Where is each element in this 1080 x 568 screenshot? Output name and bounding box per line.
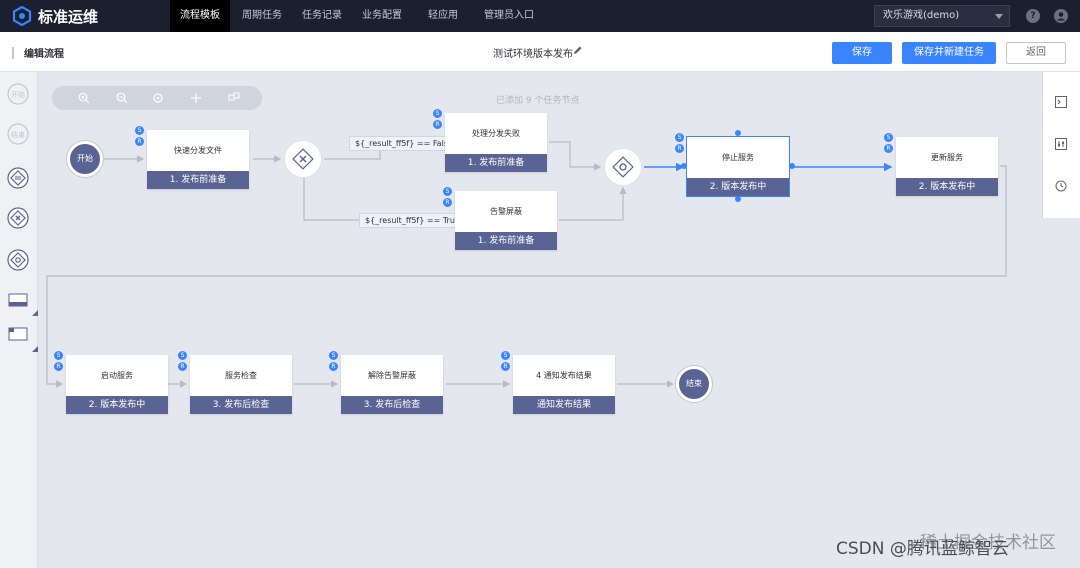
- task-name: 告警屏蔽: [490, 207, 522, 216]
- anchor-point: [735, 130, 741, 136]
- task-stage: 1. 发布前准备: [455, 232, 557, 250]
- exclusive-gateway[interactable]: [284, 140, 322, 178]
- task-name: 服务检查: [225, 371, 257, 380]
- task-badges: SR: [884, 133, 894, 155]
- branch-condition-true[interactable]: ${_result_ff5f} == True: [359, 213, 466, 228]
- task-node[interactable]: 快速分发文件 1. 发布前准备: [147, 130, 249, 189]
- task-name: 启动服务: [101, 371, 133, 380]
- task-badges: SR: [135, 126, 145, 148]
- task-badges: SR: [443, 187, 453, 209]
- end-event[interactable]: 结束: [676, 366, 712, 402]
- converge-gateway[interactable]: [604, 148, 642, 186]
- task-node[interactable]: 告警屏蔽 1. 发布前准备: [455, 191, 557, 250]
- retry-icon: R: [501, 362, 510, 371]
- retry-icon: R: [443, 198, 452, 207]
- task-node[interactable]: 解除告警屏蔽 3. 发布后检查: [341, 355, 443, 414]
- anchor-point: [735, 196, 741, 202]
- retry-icon: R: [135, 137, 144, 146]
- skip-icon: S: [675, 133, 684, 142]
- task-name: 4 通知发布结果: [536, 371, 592, 380]
- skip-icon: S: [135, 126, 144, 135]
- skip-icon: S: [884, 133, 893, 142]
- task-badges: SR: [329, 351, 339, 373]
- task-stage: 1. 发布前准备: [445, 154, 547, 172]
- retry-icon: R: [884, 144, 893, 153]
- skip-icon: S: [329, 351, 338, 360]
- task-node[interactable]: 4 通知发布结果 通知发布结果: [513, 355, 615, 414]
- task-badges: SR: [675, 133, 685, 155]
- retry-icon: R: [329, 362, 338, 371]
- edge-t2-gw2: [549, 141, 602, 171]
- task-node[interactable]: 处理分发失败 1. 发布前准备: [445, 113, 547, 172]
- task-badges: SR: [54, 351, 64, 373]
- task-stage: 1. 发布前准备: [147, 171, 249, 189]
- flow-connectors: [46, 130, 1007, 388]
- task-badges: SR: [501, 351, 511, 373]
- task-node[interactable]: 更新服务 2. 版本发布中: [896, 137, 998, 196]
- converge-gateway-icon: [612, 156, 634, 178]
- anchor-point: [789, 163, 795, 169]
- skip-icon: S: [178, 351, 187, 360]
- task-node-selected[interactable]: 停止服务 2. 版本发布中: [687, 137, 789, 196]
- start-event[interactable]: 开始: [67, 141, 103, 177]
- task-stage: 2. 版本发布中: [687, 178, 789, 196]
- retry-icon: R: [433, 120, 442, 129]
- task-name: 快速分发文件: [174, 146, 222, 155]
- exclusive-gateway-icon: [292, 148, 314, 170]
- task-stage: 3. 发布后检查: [341, 396, 443, 414]
- skip-icon: S: [54, 351, 63, 360]
- branch-condition-false[interactable]: ${_result_ff5f} == False: [349, 136, 459, 151]
- task-name: 解除告警屏蔽: [368, 371, 416, 380]
- edge-t3-gw2: [559, 186, 627, 221]
- task-stage: 2. 版本发布中: [896, 178, 998, 196]
- watermark-tencent-text: 腾讯蓝鲸智云: [906, 539, 1009, 559]
- skip-icon: S: [443, 187, 452, 196]
- task-badges: SR: [433, 109, 443, 131]
- task-stage: 3. 发布后检查: [190, 396, 292, 414]
- task-stage: 通知发布结果: [513, 396, 615, 414]
- retry-icon: R: [675, 144, 684, 153]
- task-name: 停止服务: [722, 153, 754, 162]
- watermark-csdn-text: CSDN @: [836, 539, 907, 559]
- task-node[interactable]: 启动服务 2. 版本发布中: [66, 355, 168, 414]
- watermark-csdn: CSDN @腾讯蓝鲸智云: [836, 534, 1009, 559]
- task-name: 更新服务: [931, 153, 963, 162]
- task-stage: 2. 版本发布中: [66, 396, 168, 414]
- task-badges: SR: [178, 351, 188, 373]
- skip-icon: S: [501, 351, 510, 360]
- retry-icon: R: [178, 362, 187, 371]
- task-name: 处理分发失败: [472, 129, 520, 138]
- retry-icon: R: [54, 362, 63, 371]
- task-node[interactable]: 服务检查 3. 发布后检查: [190, 355, 292, 414]
- skip-icon: S: [433, 109, 442, 118]
